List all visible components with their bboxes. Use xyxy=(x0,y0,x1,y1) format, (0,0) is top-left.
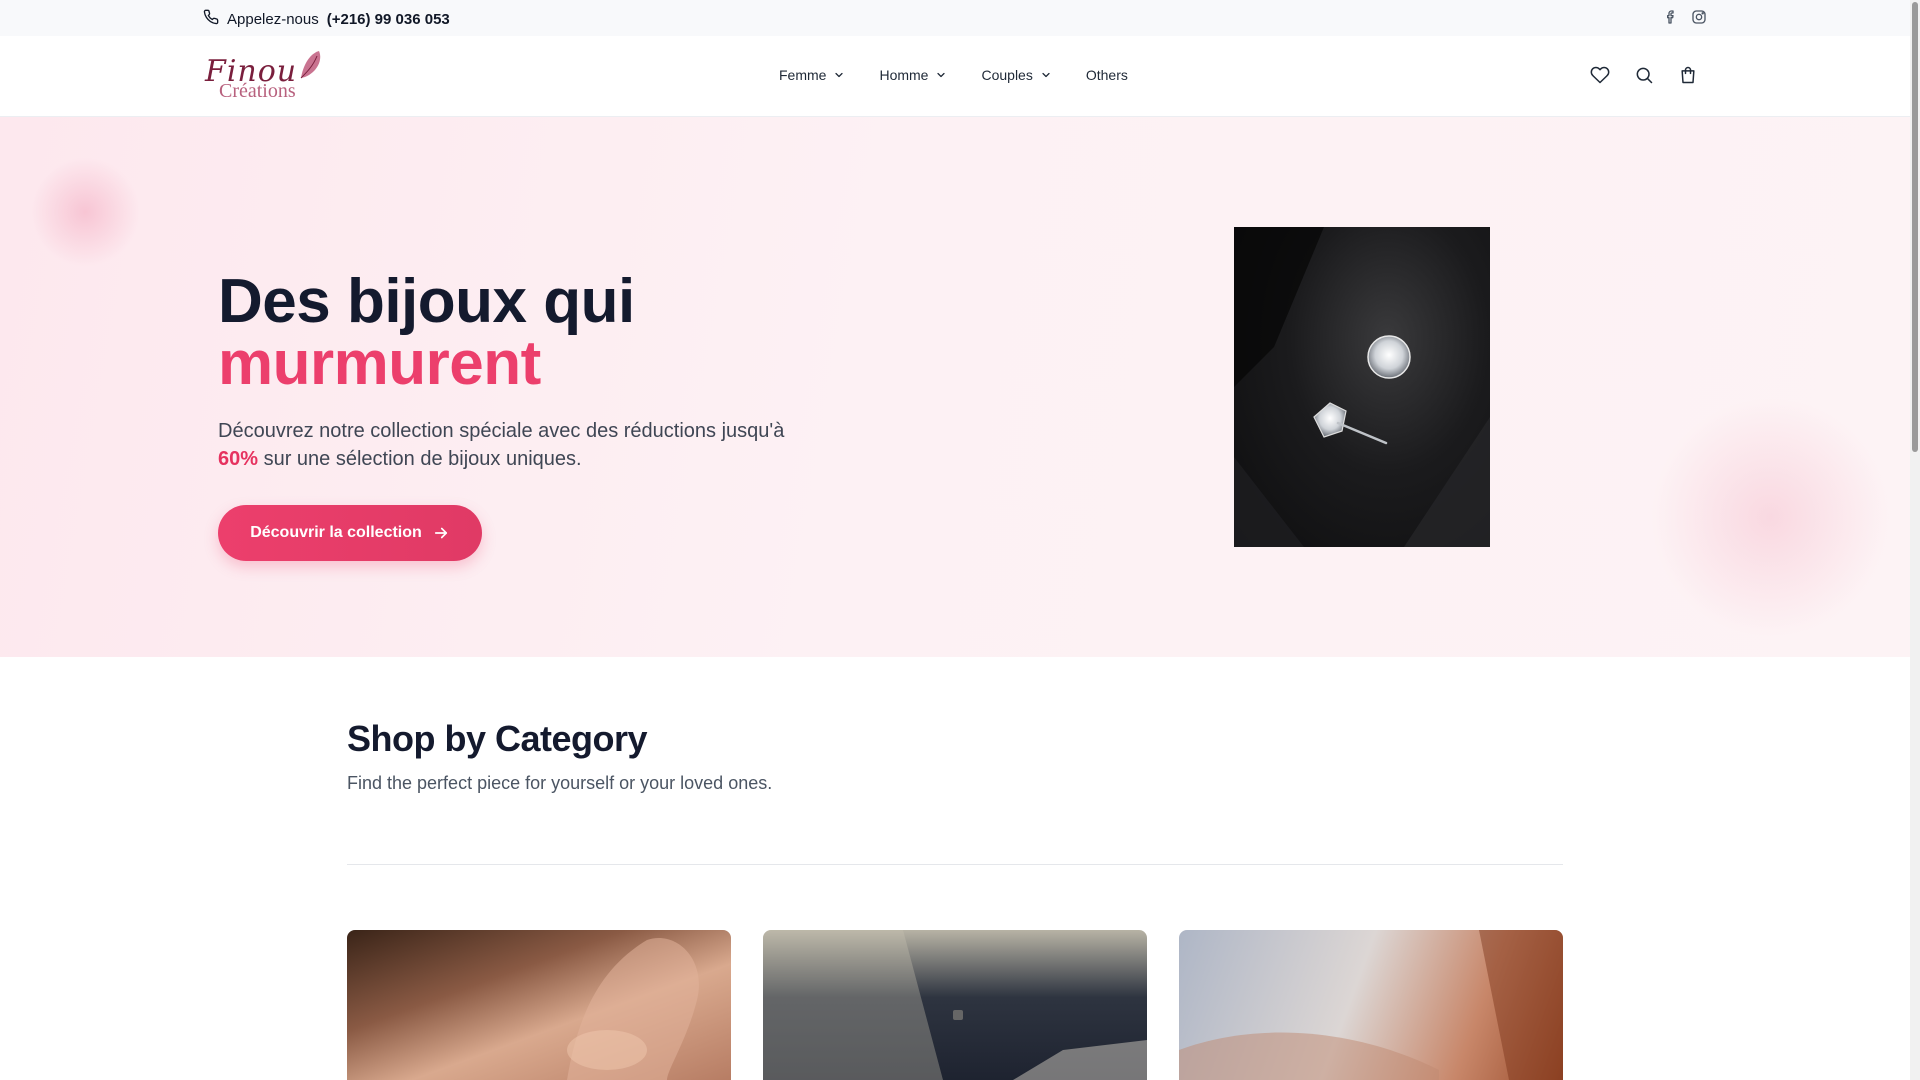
logo[interactable]: Finou Créations xyxy=(203,50,329,104)
hero-description: Découvrez notre collection spéciale avec… xyxy=(218,417,798,473)
discount-highlight: 60% xyxy=(218,448,259,470)
phone-number[interactable]: (+216) 99 036 053 xyxy=(327,11,450,28)
discover-collection-button[interactable]: Découvrir la collection xyxy=(218,505,482,561)
arrow-right-icon xyxy=(434,527,447,539)
logo-subtitle: Créations xyxy=(219,80,296,102)
nav-item-couples[interactable]: Couples xyxy=(981,67,1051,83)
decorative-blob xyxy=(30,157,140,267)
call-label: Appelez-nous xyxy=(227,10,319,28)
page-scrollbar[interactable] xyxy=(1910,0,1920,1080)
scrollbar-thumb[interactable] xyxy=(1912,2,1918,452)
nav-item-homme[interactable]: Homme xyxy=(879,67,947,83)
header-actions xyxy=(1590,65,1698,85)
facebook-icon[interactable] xyxy=(1663,9,1679,25)
section-subtitle: Find the perfect piece for yourself or y… xyxy=(347,773,773,793)
cta-label: Découvrir la collection xyxy=(250,524,422,541)
nav-label: Couples xyxy=(981,67,1033,83)
hero-image-earrings xyxy=(1234,227,1490,547)
heart-icon[interactable] xyxy=(1590,65,1610,85)
category-image xyxy=(567,938,699,1080)
instagram-icon[interactable] xyxy=(1691,9,1707,25)
chevron-down-icon xyxy=(1042,72,1050,78)
category-card-homme[interactable] xyxy=(763,930,1147,1080)
decorative-blob xyxy=(1650,397,1890,637)
phone-icon xyxy=(203,9,227,29)
hero-title: Des bijoux qui murmurent xyxy=(218,271,635,395)
nav-item-others[interactable]: Others xyxy=(1086,67,1128,83)
category-card-couples[interactable] xyxy=(1179,930,1563,1080)
section-divider xyxy=(347,864,1563,865)
category-image xyxy=(1179,930,1563,1080)
category-image xyxy=(763,930,1147,1080)
butterfly-icon xyxy=(297,50,323,80)
hero-title-line1: Des bijoux qui xyxy=(218,267,635,336)
chevron-down-icon xyxy=(835,72,844,78)
hero-desc-after: sur une sélection de bijoux uniques. xyxy=(258,448,582,470)
nav-label: Others xyxy=(1085,67,1128,83)
search-icon[interactable] xyxy=(1634,65,1654,85)
nav-item-femme[interactable]: Femme xyxy=(779,67,845,83)
social-links xyxy=(1663,9,1707,25)
main-header: Finou Créations Femme Homme Couples Othe… xyxy=(0,36,1910,117)
chevron-down-icon xyxy=(937,72,946,78)
nav-label: Homme xyxy=(879,67,929,83)
hero-title-accent: murmurent xyxy=(218,329,541,398)
top-bar: Appelez-nous (+216) 99 036 053 xyxy=(0,0,1910,36)
hero-banner: Des bijoux qui murmurent Découvrez notre… xyxy=(0,117,1910,657)
hero-desc-before: Découvrez notre collection spéciale avec… xyxy=(218,420,785,442)
call-us: Appelez-nous (+216) 99 036 053 xyxy=(203,9,450,29)
nav-label: Femme xyxy=(779,67,827,83)
category-card-femme[interactable] xyxy=(347,930,731,1080)
shopping-bag-icon[interactable] xyxy=(1678,65,1698,85)
section-title: Shop by Category xyxy=(347,718,648,759)
main-nav: Femme Homme Couples Others xyxy=(779,67,1162,83)
